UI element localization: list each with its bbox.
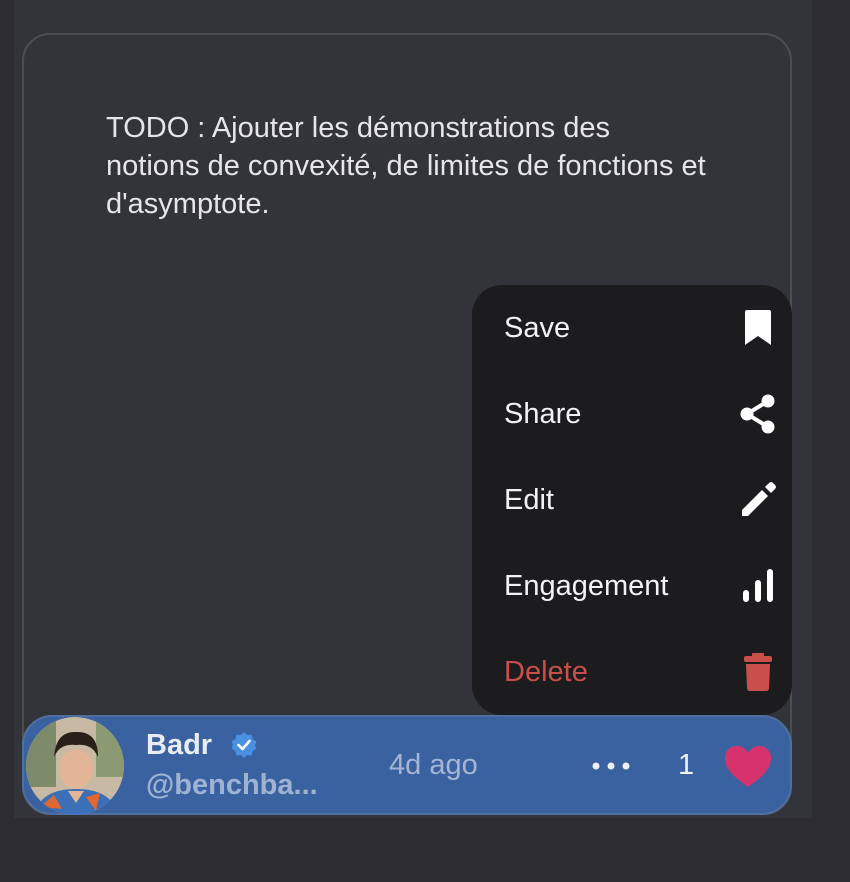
share-icon xyxy=(738,394,778,434)
app-screen: TODO : Ajouter les démonstrations des no… xyxy=(0,0,850,882)
menu-item-delete[interactable]: Delete xyxy=(472,629,792,715)
avatar[interactable] xyxy=(26,717,124,815)
menu-item-save[interactable]: Save xyxy=(472,285,792,371)
context-menu: Save Share Edit Engagement Delete xyxy=(472,285,792,715)
post-text: TODO : Ajouter les démonstrations des no… xyxy=(106,112,706,220)
like-count: 1 xyxy=(678,749,695,781)
menu-item-label: Edit xyxy=(504,483,554,516)
menu-item-label: Engagement xyxy=(504,569,669,602)
trash-icon xyxy=(738,652,778,692)
pencil-icon xyxy=(738,480,778,520)
menu-item-label: Save xyxy=(504,311,571,344)
bar-chart-icon xyxy=(738,566,778,606)
menu-item-engagement[interactable]: Engagement xyxy=(472,543,792,629)
heart-icon[interactable] xyxy=(724,745,772,789)
menu-item-edit[interactable]: Edit xyxy=(472,457,792,543)
verified-badge-icon xyxy=(230,731,258,759)
menu-item-label: Delete xyxy=(504,655,588,688)
author-handle[interactable]: @benchba... xyxy=(146,769,318,802)
author-name[interactable]: Badr xyxy=(146,729,212,762)
post-footer: Badr @benchba... 4d ago 1 xyxy=(22,715,792,815)
more-options-icon[interactable] xyxy=(590,745,632,787)
post-timestamp: 4d ago xyxy=(389,749,478,781)
menu-item-share[interactable]: Share xyxy=(472,371,792,457)
bookmark-icon xyxy=(738,308,778,348)
menu-item-label: Share xyxy=(504,397,582,430)
